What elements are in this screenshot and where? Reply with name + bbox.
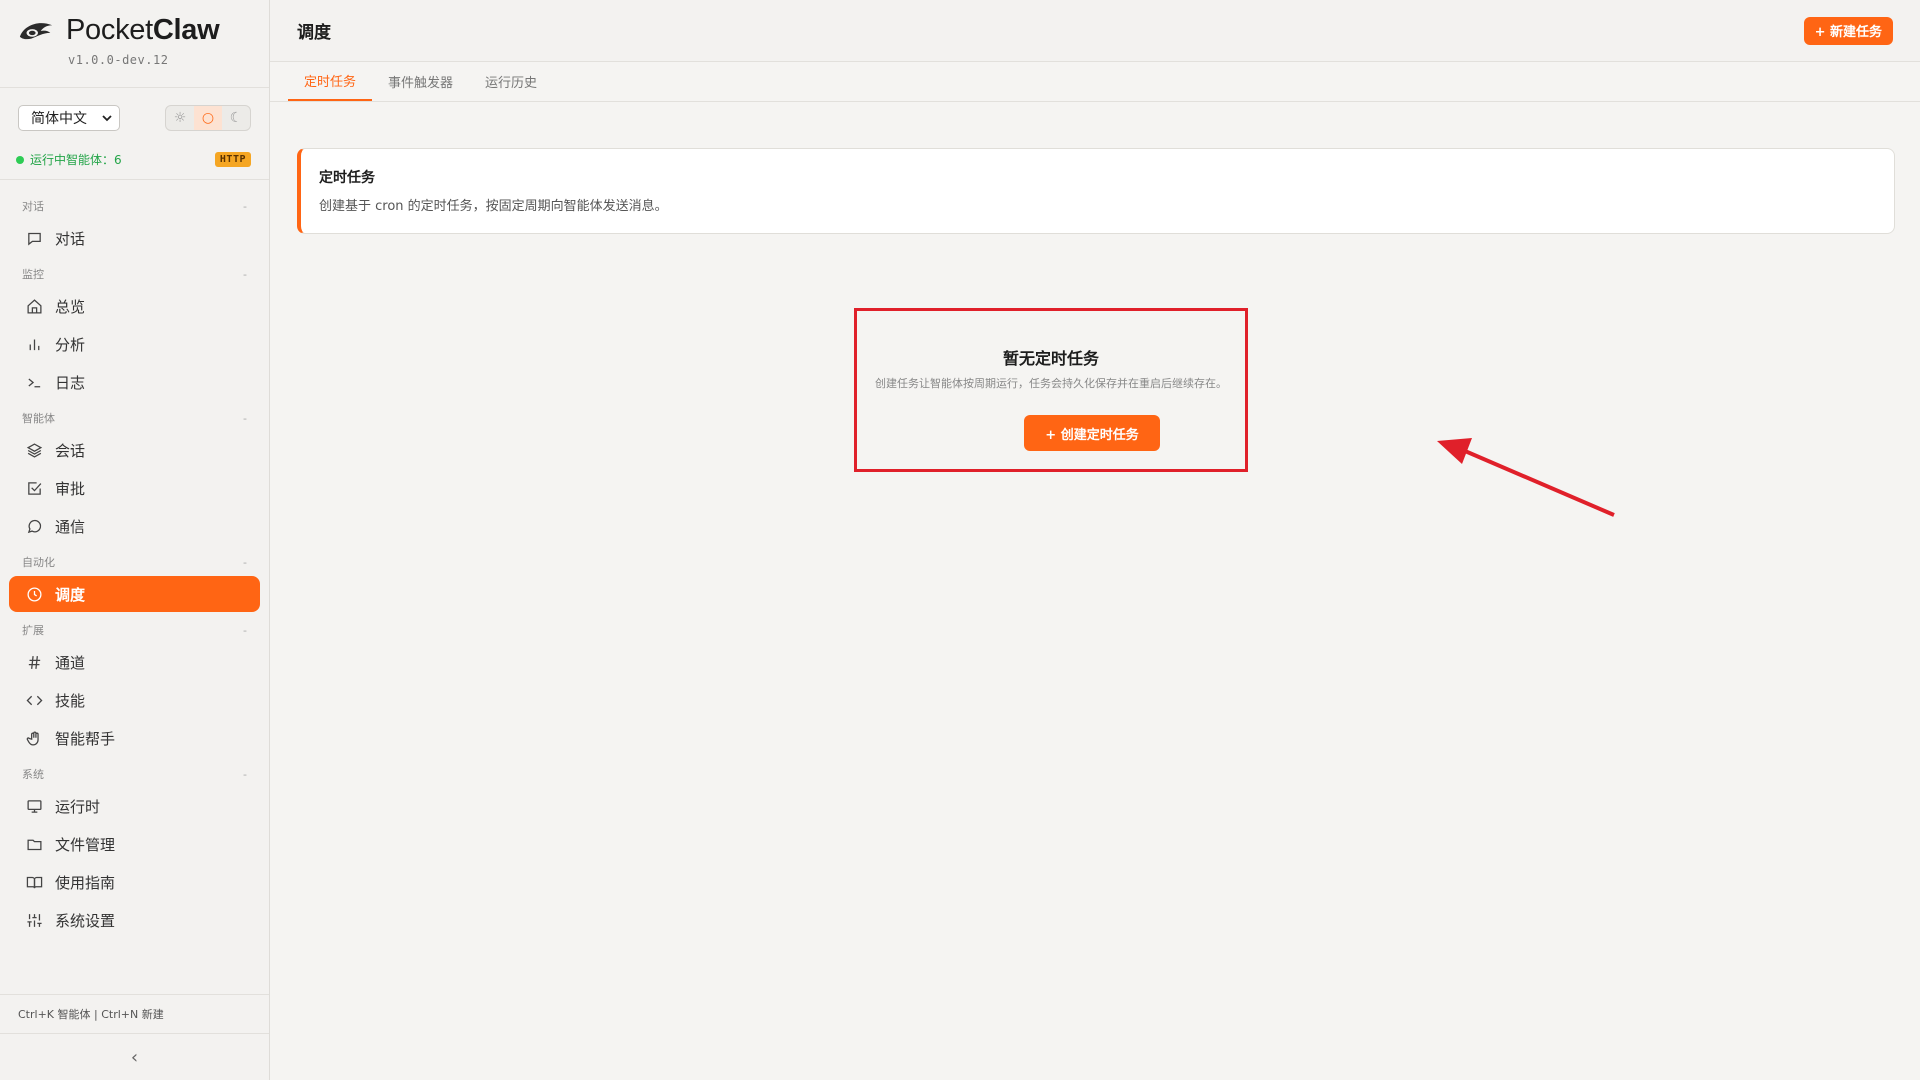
book-icon bbox=[25, 873, 43, 891]
sidebar-item-label: 技能 bbox=[55, 691, 86, 710]
language-value: 简体中文 bbox=[31, 111, 87, 127]
sidebar-item-sessions[interactable]: 会话 bbox=[9, 432, 260, 468]
hash-icon bbox=[25, 653, 43, 671]
create-scheduled-task-button[interactable]: + 创建定时任务 bbox=[1024, 415, 1160, 451]
sidebar-item-label: 分析 bbox=[55, 335, 86, 354]
sidebar-item-files[interactable]: 文件管理 bbox=[9, 826, 260, 862]
sidebar-item-label: 系统设置 bbox=[55, 911, 116, 930]
tabs: 定时任务 事件触发器 运行历史 bbox=[270, 62, 1920, 102]
running-agents-status: 运行中智能体：6 bbox=[16, 151, 122, 168]
hand-icon bbox=[25, 729, 43, 747]
sidebar-item-label: 运行时 bbox=[55, 797, 101, 816]
sidebar-item-schedule[interactable]: 调度 bbox=[9, 576, 260, 612]
sidebar-item-analytics[interactable]: 分析 bbox=[9, 326, 260, 362]
sidebar-item-chat[interactable]: 对话 bbox=[9, 220, 260, 256]
sidebar-item-label: 使用指南 bbox=[55, 873, 116, 892]
keyboard-shortcuts-hint: Ctrl+K 智能体 | Ctrl+N 新建 bbox=[0, 994, 269, 1034]
check-square-icon bbox=[25, 479, 43, 497]
chevron-down-icon bbox=[102, 114, 112, 121]
sliders-icon bbox=[25, 911, 43, 929]
sidebar-item-overview[interactable]: 总览 bbox=[9, 288, 260, 324]
code-icon bbox=[25, 691, 43, 709]
nav-section-automation[interactable]: 自动化 - bbox=[0, 550, 269, 574]
protocol-badge: HTTP bbox=[214, 152, 251, 167]
empty-state-description: 创建任务让智能体按周期运行，任务会持久化保存并在重启后继续存在。 bbox=[875, 377, 1227, 390]
info-card-title: 定时任务 bbox=[319, 170, 375, 186]
sidebar-item-label: 会话 bbox=[55, 441, 86, 460]
sidebar-item-label: 日志 bbox=[55, 373, 86, 392]
monitor-icon bbox=[25, 797, 43, 815]
collapse-sidebar-button[interactable]: ‹ bbox=[0, 1034, 269, 1080]
home-icon bbox=[25, 297, 43, 315]
claw-logo-icon bbox=[19, 22, 53, 39]
sidebar-item-comms[interactable]: 通信 bbox=[9, 508, 260, 544]
app-name: PocketClaw bbox=[66, 14, 220, 46]
sidebar-item-assistant[interactable]: 智能帮手 bbox=[9, 720, 260, 756]
sidebar-item-runtime[interactable]: 运行时 bbox=[9, 788, 260, 824]
sun-icon[interactable]: ☼ bbox=[166, 106, 194, 130]
chevron-left-icon: ‹ bbox=[130, 1046, 139, 1068]
sidebar-nav: 对话 - 对话 监控 - 总览 分析 日志 智能体 - 会话 审批 通信 自动化… bbox=[0, 180, 269, 938]
message-circle-icon bbox=[25, 517, 43, 535]
sidebar-item-label: 调度 bbox=[55, 585, 86, 604]
new-task-button[interactable]: + 新建任务 bbox=[1803, 16, 1893, 45]
info-card-description: 创建基于 cron 的定时任务，按固定周期向智能体发送消息。 bbox=[319, 199, 668, 214]
sidebar-item-logs[interactable]: 日志 bbox=[9, 364, 260, 400]
language-select[interactable]: 简体中文 bbox=[18, 105, 120, 131]
folder-icon bbox=[25, 835, 43, 853]
sidebar-item-label: 通信 bbox=[55, 517, 86, 536]
nav-section-extensions[interactable]: 扩展 - bbox=[0, 618, 269, 642]
sidebar-item-label: 通道 bbox=[55, 653, 86, 672]
annotation-arrow-icon bbox=[1437, 438, 1615, 517]
circle-icon[interactable]: ○ bbox=[194, 106, 222, 130]
nav-section-chat[interactable]: 对话 - bbox=[0, 194, 269, 218]
theme-toggle: ☼ ○ ☾ bbox=[165, 105, 251, 131]
bar-chart-icon bbox=[25, 335, 43, 353]
chat-icon bbox=[25, 229, 43, 247]
nav-section-agents[interactable]: 智能体 - bbox=[0, 406, 269, 430]
sidebar-item-label: 智能帮手 bbox=[55, 729, 116, 748]
running-agents-label: 运行中智能体：6 bbox=[30, 153, 122, 167]
sidebar-item-guide[interactable]: 使用指南 bbox=[9, 864, 260, 900]
brand: PocketClaw v1.0.0-dev.12 bbox=[0, 0, 269, 88]
empty-state-title: 暂无定时任务 bbox=[1002, 349, 1099, 368]
clock-icon bbox=[25, 585, 43, 603]
tab-event-triggers[interactable]: 事件触发器 bbox=[372, 62, 469, 101]
empty-state: 暂无定时任务 创建任务让智能体按周期运行，任务会持久化保存并在重启后继续存在。 … bbox=[854, 308, 1248, 472]
status-dot-icon bbox=[16, 155, 24, 164]
app-version: v1.0.0-dev.12 bbox=[68, 53, 169, 67]
page-title: 调度 bbox=[297, 23, 331, 43]
sidebar-item-label: 文件管理 bbox=[55, 835, 116, 854]
sidebar-item-label: 对话 bbox=[55, 229, 86, 248]
tab-run-history[interactable]: 运行历史 bbox=[469, 62, 553, 101]
main-content: 调度 + 新建任务 定时任务 事件触发器 运行历史 定时任务 创建基于 cron… bbox=[270, 0, 1920, 1080]
sidebar: PocketClaw v1.0.0-dev.12 简体中文 ☼ ○ ☾ 运行中智… bbox=[0, 0, 270, 1080]
sidebar-item-label: 总览 bbox=[55, 297, 86, 316]
moon-icon[interactable]: ☾ bbox=[222, 106, 250, 130]
layers-icon bbox=[25, 441, 43, 459]
sidebar-item-channels[interactable]: 通道 bbox=[9, 644, 260, 680]
nav-section-system[interactable]: 系统 - bbox=[0, 762, 269, 786]
sidebar-item-settings[interactable]: 系统设置 bbox=[9, 902, 260, 938]
sidebar-item-label: 审批 bbox=[55, 479, 86, 498]
terminal-icon bbox=[25, 373, 43, 391]
info-card: 定时任务 创建基于 cron 的定时任务，按固定周期向智能体发送消息。 bbox=[297, 148, 1895, 234]
tab-scheduled-tasks[interactable]: 定时任务 bbox=[288, 62, 373, 101]
topbar: 调度 + 新建任务 bbox=[270, 0, 1920, 62]
sidebar-item-skills[interactable]: 技能 bbox=[9, 682, 260, 718]
sidebar-item-approvals[interactable]: 审批 bbox=[9, 470, 260, 506]
nav-section-monitor[interactable]: 监控 - bbox=[0, 262, 269, 286]
